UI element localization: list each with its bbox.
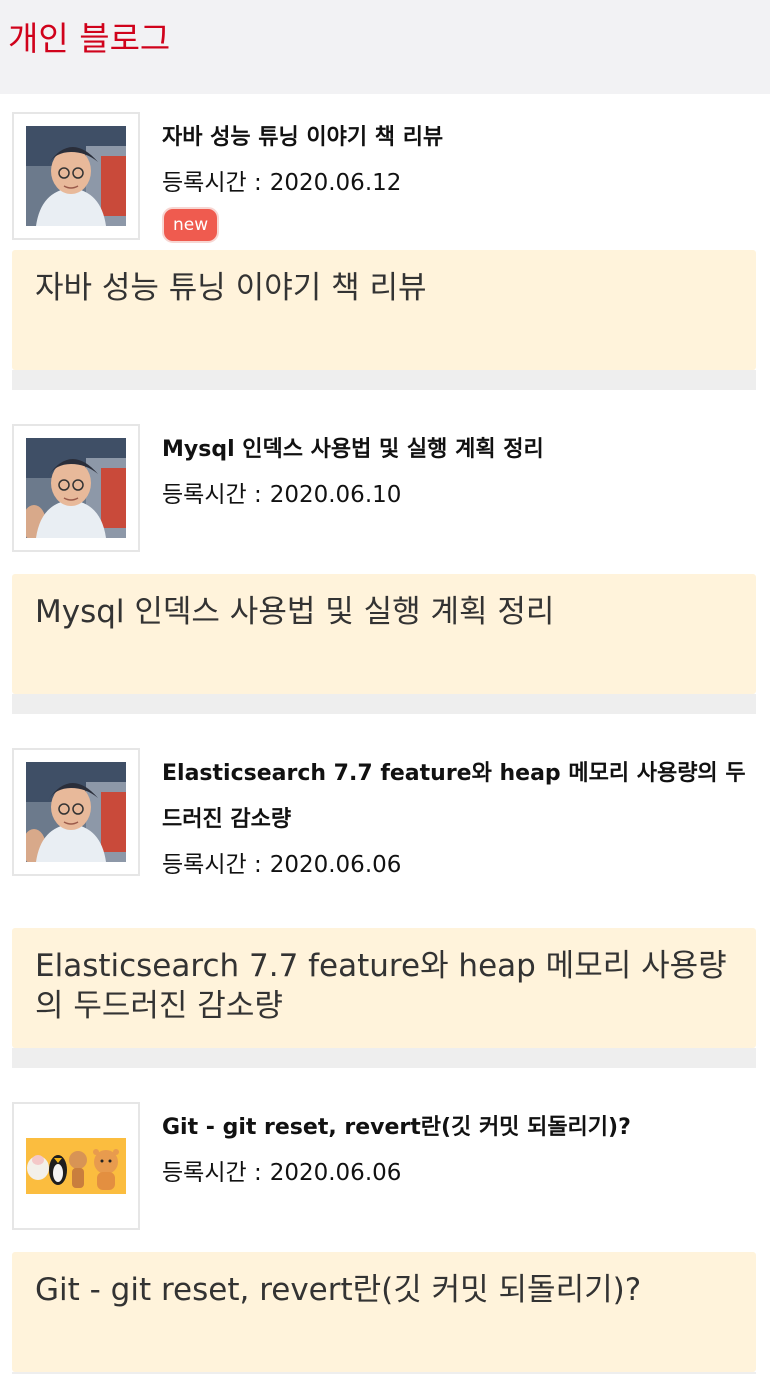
post-meta: 자바 성능 튜닝 이야기 책 리뷰 등록시간 : 2020.06.12 new — [140, 112, 770, 243]
post-body-card[interactable]: Git - git reset, revert란(깃 커밋 되돌리기)? — [12, 1252, 756, 1372]
author-avatar-photo-icon — [26, 126, 126, 226]
app-header: 개인 블로그 — [0, 0, 770, 94]
post-meta: Mysql 인덱스 사용법 및 실행 계획 정리 등록시간 : 2020.06.1… — [140, 424, 770, 554]
post-thumbnail[interactable] — [12, 748, 140, 876]
author-avatar-photo-icon — [26, 438, 126, 538]
post-title[interactable]: Mysql 인덱스 사용법 및 실행 계획 정리 — [162, 427, 758, 473]
cartoon-characters-icon — [26, 1138, 126, 1194]
post-thumbnail[interactable] — [12, 112, 140, 240]
post-date-value: 2020.06.10 — [269, 482, 402, 508]
post-body-card[interactable]: Elasticsearch 7.7 feature와 heap 메모리 사용량의… — [12, 928, 756, 1048]
post-item[interactable]: 자바 성능 튜닝 이야기 책 리뷰 등록시간 : 2020.06.12 new 자… — [0, 94, 770, 390]
post-date: 등록시간 : 2020.06.06 — [162, 1151, 758, 1195]
post-body-text: Elasticsearch 7.7 feature와 heap 메모리 사용량의… — [35, 948, 727, 1024]
post-header[interactable]: 자바 성능 튜닝 이야기 책 리뷰 등록시간 : 2020.06.12 new — [0, 94, 770, 243]
post-item[interactable]: Mysql 인덱스 사용법 및 실행 계획 정리 등록시간 : 2020.06.1… — [0, 390, 770, 714]
post-body-text: Mysql 인덱스 사용법 및 실행 계획 정리 — [35, 594, 555, 630]
post-body-card[interactable]: Mysql 인덱스 사용법 및 실행 계획 정리 — [12, 574, 756, 694]
post-header[interactable]: Mysql 인덱스 사용법 및 실행 계획 정리 등록시간 : 2020.06.1… — [0, 390, 770, 554]
post-title[interactable]: 자바 성능 튜닝 이야기 책 리뷰 — [162, 115, 758, 161]
post-body-text: 자바 성능 튜닝 이야기 책 리뷰 — [35, 270, 427, 306]
post-date-value: 2020.06.12 — [269, 170, 402, 196]
post-meta: Git - git reset, revert란(깃 커밋 되돌리기)? 등록시… — [140, 1102, 770, 1232]
post-body-card[interactable]: 자바 성능 튜닝 이야기 책 리뷰 — [12, 250, 756, 370]
post-date: 등록시간 : 2020.06.10 — [162, 473, 758, 517]
post-date-label: 등록시간 : — [162, 170, 262, 196]
post-title[interactable]: Elasticsearch 7.7 feature와 heap 메모리 사용량의… — [162, 751, 758, 843]
post-body-text: Git - git reset, revert란(깃 커밋 되돌리기)? — [35, 1272, 642, 1308]
post-separator — [12, 1048, 756, 1068]
post-date-label: 등록시간 : — [162, 852, 262, 878]
post-separator — [12, 694, 756, 714]
post-thumbnail[interactable] — [12, 1102, 140, 1230]
new-badge: new — [162, 207, 220, 243]
author-avatar-photo-icon — [26, 762, 126, 862]
post-meta: Elasticsearch 7.7 feature와 heap 메모리 사용량의… — [140, 748, 770, 908]
post-separator — [12, 370, 756, 390]
post-date-label: 등록시간 : — [162, 1160, 262, 1186]
post-header[interactable]: Git - git reset, revert란(깃 커밋 되돌리기)? 등록시… — [0, 1068, 770, 1232]
post-header[interactable]: Elasticsearch 7.7 feature와 heap 메모리 사용량의… — [0, 714, 770, 908]
app-title[interactable]: 개인 블로그 — [8, 18, 770, 60]
page: 개인 블로그 자바 성능 튜닝 이야기 책 리뷰 등록시간: 2020.06.… — [0, 0, 770, 1374]
post-item[interactable]: Elasticsearch 7.7 feature와 heap 메모리 사용량의… — [0, 714, 770, 1068]
post-date: 등록시간 : 2020.06.12 — [162, 161, 758, 205]
post-date-label: 등록시간 : — [162, 482, 262, 508]
post-title[interactable]: Git - git reset, revert란(깃 커밋 되돌리기)? — [162, 1105, 758, 1151]
post-date: 등록시간 : 2020.06.06 — [162, 843, 758, 887]
post-date-value: 2020.06.06 — [269, 852, 402, 878]
post-item[interactable]: Git - git reset, revert란(깃 커밋 되돌리기)? 등록시… — [0, 1068, 770, 1374]
post-date-value: 2020.06.06 — [269, 1160, 402, 1186]
post-thumbnail[interactable] — [12, 424, 140, 552]
